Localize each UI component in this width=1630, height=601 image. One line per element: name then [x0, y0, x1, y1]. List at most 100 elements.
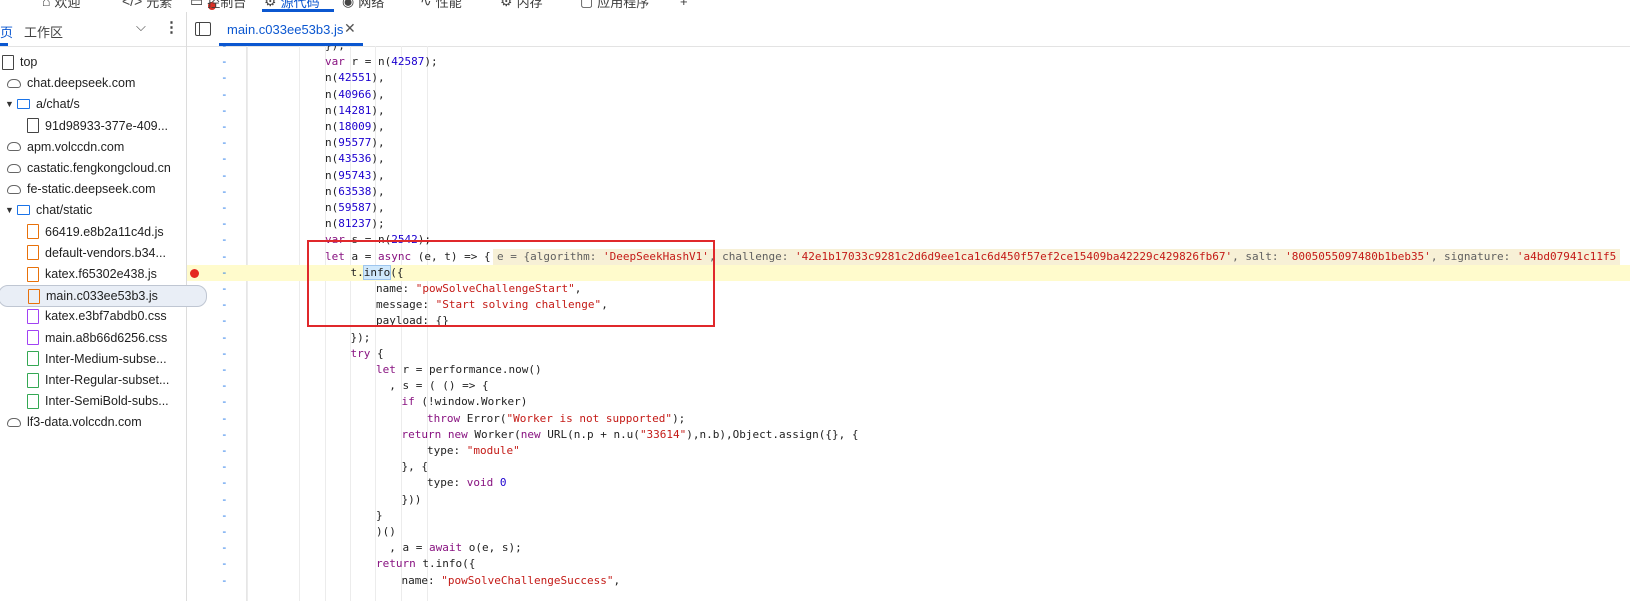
tab-page[interactable]: 页: [0, 22, 13, 41]
code-line[interactable]: -)(): [187, 524, 1630, 540]
code-line[interactable]: -}, {: [187, 459, 1630, 475]
line-marker[interactable]: -: [221, 135, 228, 151]
tab-home[interactable]: ⌂ 欢迎: [42, 0, 80, 11]
line-marker[interactable]: -: [221, 232, 228, 248]
line-marker[interactable]: -: [221, 168, 228, 184]
tab-memory[interactable]: ⚙ 内存: [500, 0, 543, 11]
tree-item[interactable]: Inter-SemiBold-subs...: [25, 391, 169, 411]
tree-item[interactable]: lf3-data.volccdn.com: [5, 412, 142, 432]
line-marker[interactable]: -: [221, 492, 228, 508]
line-marker[interactable]: -: [221, 249, 228, 265]
tab-workspace[interactable]: 工作区: [24, 22, 63, 41]
code-line[interactable]: - n(63538),: [187, 184, 1630, 200]
code-line[interactable]: - return t.info({: [187, 556, 1630, 572]
line-marker[interactable]: -: [221, 362, 228, 378]
tab-application[interactable]: ▢ 应用程序: [580, 0, 649, 11]
line-marker[interactable]: -: [221, 216, 228, 232]
tree-item[interactable]: ▼ a/chat/s: [5, 94, 80, 114]
line-marker[interactable]: -: [221, 524, 228, 540]
code-line[interactable]: - let r = performance.now(): [187, 362, 1630, 378]
line-marker[interactable]: -: [221, 459, 228, 475]
code-line[interactable]: -});: [187, 330, 1630, 346]
add-panel-icon[interactable]: +: [680, 0, 688, 11]
code-line[interactable]: -}: [187, 508, 1630, 524]
code-line[interactable]: - if (!window.Worker): [187, 394, 1630, 410]
line-marker[interactable]: -: [221, 540, 228, 556]
line-marker[interactable]: -: [221, 346, 228, 362]
line-marker[interactable]: -: [221, 297, 228, 313]
tree-item[interactable]: katex.f65302e438.js: [25, 264, 157, 284]
code-line[interactable]: - try {: [187, 346, 1630, 362]
tree-item[interactable]: 66419.e8b2a11c4d.js: [25, 222, 164, 242]
code-line[interactable]: - n(14281),: [187, 103, 1630, 119]
tree-item[interactable]: ▼ chat/static: [5, 200, 92, 220]
code-line[interactable]: - n(18009),: [187, 119, 1630, 135]
code-line[interactable]: - n(59587),: [187, 200, 1630, 216]
code-line[interactable]: -});: [187, 46, 1630, 54]
line-marker[interactable]: -: [221, 200, 228, 216]
code-line[interactable]: - throw Error("Worker is not supported");: [187, 411, 1630, 427]
line-marker[interactable]: -: [221, 54, 228, 70]
line-marker[interactable]: -: [221, 70, 228, 86]
tab-performance[interactable]: ∿ 性能: [420, 0, 462, 11]
breakpoint-icon[interactable]: [190, 268, 199, 278]
tree-item[interactable]: top: [0, 52, 37, 72]
code-line[interactable]: - n(81237);: [187, 216, 1630, 232]
more-options-icon[interactable]: ⋮: [164, 18, 179, 36]
line-marker[interactable]: -: [221, 427, 228, 443]
line-marker[interactable]: -: [221, 46, 228, 54]
tab-network[interactable]: ◉ 网络: [342, 0, 384, 11]
expand-arrow-icon[interactable]: ▼: [5, 99, 17, 109]
line-marker[interactable]: -: [221, 443, 228, 459]
tree-item[interactable]: fe-static.deepseek.com: [5, 179, 156, 199]
tree-item[interactable]: 91d98933-377e-409...: [25, 116, 168, 136]
code-line[interactable]: - n(42551),: [187, 70, 1630, 86]
line-marker[interactable]: -: [221, 573, 228, 589]
line-marker[interactable]: -: [221, 508, 228, 524]
tree-item[interactable]: castatic.fengkongcloud.cn: [5, 158, 171, 178]
code-line[interactable]: - name: "powSolveChallengeSuccess",: [187, 573, 1630, 589]
code-line[interactable]: - type: "module": [187, 443, 1630, 459]
line-marker[interactable]: -: [221, 378, 228, 394]
code-line[interactable]: - type: void 0: [187, 475, 1630, 491]
code-line[interactable]: - n(95743),: [187, 168, 1630, 184]
code-line[interactable]: - n(95577),: [187, 135, 1630, 151]
line-marker[interactable]: -: [221, 394, 228, 410]
tree-item[interactable]: chat.deepseek.com: [5, 73, 135, 93]
line-marker[interactable]: -: [221, 281, 228, 297]
tab-console[interactable]: ▭ 控制台: [190, 0, 246, 11]
tree-item[interactable]: main.c033ee53b3.js: [0, 285, 207, 308]
tree-item[interactable]: Inter-Medium-subse...: [25, 349, 167, 369]
line-marker[interactable]: -: [221, 87, 228, 103]
tab-sources[interactable]: ⚙ 源代码: [264, 0, 320, 11]
code-line[interactable]: - return new Worker(new URL(n.p + n.u("33…: [187, 427, 1630, 443]
tree-item[interactable]: katex.e3bf7abdb0.css: [25, 306, 167, 326]
code-line[interactable]: - , a = await o(e, s);: [187, 540, 1630, 556]
code-line[interactable]: - n(43536),: [187, 151, 1630, 167]
tab-open-file[interactable]: main.c033ee53b3.js: [227, 22, 343, 37]
tree-item[interactable]: main.a8b66d6256.css: [25, 328, 167, 348]
code-line[interactable]: - n(40966),: [187, 87, 1630, 103]
line-marker[interactable]: -: [221, 475, 228, 491]
toggle-navigator-icon[interactable]: [195, 22, 211, 36]
line-marker[interactable]: -: [221, 103, 228, 119]
expand-arrow-icon[interactable]: ▼: [5, 205, 17, 215]
line-marker[interactable]: -: [221, 184, 228, 200]
tree-item[interactable]: Inter-Regular-subset...: [25, 370, 169, 390]
line-marker[interactable]: -: [221, 151, 228, 167]
chevron-down-icon[interactable]: ⌵: [136, 19, 146, 35]
line-marker[interactable]: -: [221, 313, 228, 329]
line-marker[interactable]: -: [221, 411, 228, 427]
line-marker[interactable]: -: [221, 119, 228, 135]
line-marker[interactable]: -: [221, 265, 228, 281]
code-line[interactable]: - var r = n(42587);: [187, 54, 1630, 70]
tab-elements[interactable]: </> 元素: [122, 0, 172, 11]
line-marker[interactable]: -: [221, 330, 228, 346]
close-icon[interactable]: ✕: [344, 20, 356, 37]
tree-item[interactable]: default-vendors.b34...: [25, 243, 166, 263]
line-marker[interactable]: -: [221, 556, 228, 572]
code-editor[interactable]: -});-var r = n(42587);-n(42551),-n(40966…: [187, 46, 1630, 601]
code-line[interactable]: - , s = ( () => {: [187, 378, 1630, 394]
code-line[interactable]: -})): [187, 492, 1630, 508]
tree-item[interactable]: apm.volccdn.com: [5, 137, 124, 157]
